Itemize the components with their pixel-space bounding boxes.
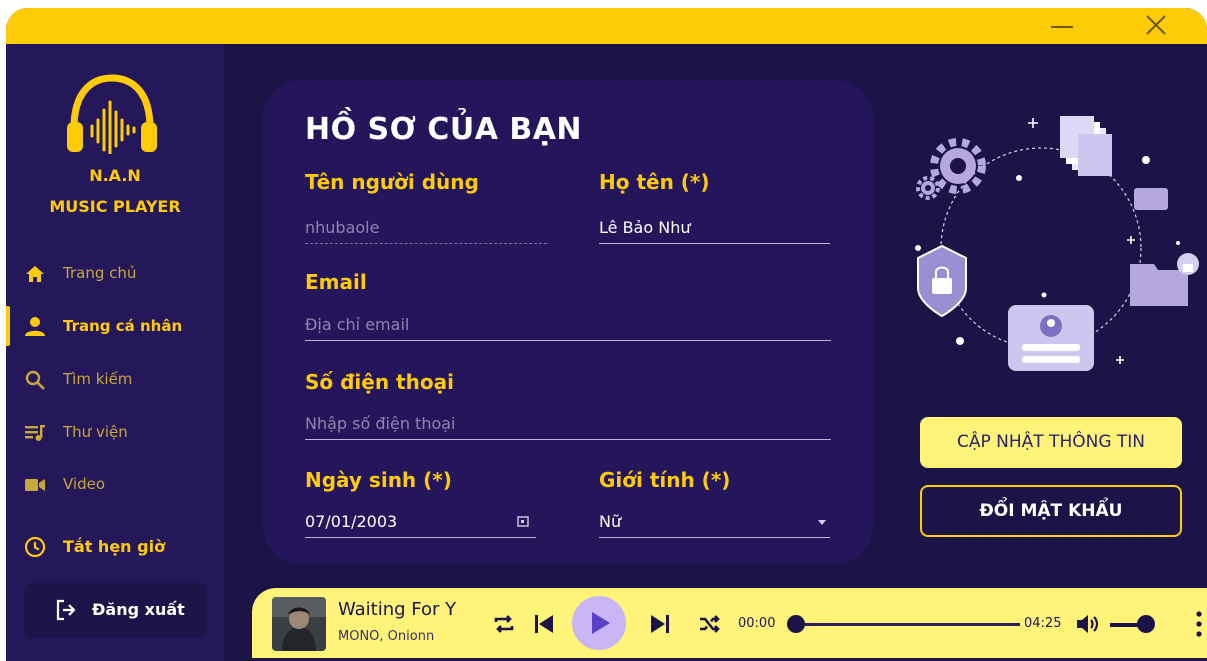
gender-select[interactable]: Nữ: [599, 504, 830, 538]
email-placeholder: Địa chỉ email: [305, 315, 410, 334]
skip-previous-icon[interactable]: [532, 612, 556, 636]
sidebar-item-profile[interactable]: Trang cá nhân: [6, 306, 224, 346]
username-field: nhubaole: [305, 210, 547, 244]
play-icon: [592, 612, 610, 634]
brand-subtitle: MUSIC PLAYER: [49, 197, 181, 216]
music-player-bar: Waiting For Y MONO, Onionn 00:00 04:25: [252, 588, 1207, 658]
logout-label: Đăng xuất: [92, 600, 185, 619]
sidebar-item-library[interactable]: Thư viện: [6, 412, 224, 452]
sidebar-item-label: Tìm kiếm: [63, 370, 133, 388]
title-bar: [6, 8, 1207, 44]
sidebar-item-label: Video: [63, 475, 106, 493]
phone-placeholder: Nhập số điện thoại: [305, 414, 456, 433]
sidebar-item-video[interactable]: Video: [6, 464, 224, 504]
chevron-down-icon[interactable]: [818, 520, 826, 525]
logout-icon: [56, 599, 76, 621]
album-thumbnail[interactable]: [272, 597, 326, 651]
sidebar-item-label: Trang cá nhân: [63, 317, 183, 335]
sidebar-item-label: Thư viện: [63, 423, 128, 441]
gender-value: Nữ: [599, 512, 622, 531]
birthday-field[interactable]: 07/01/2003: [305, 504, 536, 538]
volume-handle[interactable]: [1137, 615, 1155, 633]
close-icon[interactable]: [1136, 10, 1176, 42]
username-label: Tên người dùng: [305, 170, 479, 194]
volume-icon[interactable]: [1074, 611, 1100, 637]
sleep-timer-button[interactable]: Tắt hẹn giờ: [6, 526, 224, 566]
track-artist: MONO, Onionn: [338, 629, 435, 644]
username-value: nhubaole: [305, 218, 380, 237]
fullname-field[interactable]: Lê Bảo Như: [599, 210, 830, 244]
sidebar-item-home[interactable]: Trang chủ: [6, 253, 224, 293]
library-icon: [25, 425, 45, 441]
more-options-icon[interactable]: [1196, 610, 1202, 638]
sidebar-item-search[interactable]: Tìm kiếm: [6, 359, 224, 399]
page-title: HỒ SƠ CỦA BẠN: [305, 112, 583, 147]
play-button[interactable]: [572, 596, 626, 650]
update-info-button[interactable]: CẬP NHẬT THÔNG TIN: [920, 417, 1182, 468]
phone-label: Số điện thoại: [305, 370, 454, 394]
app-window: N.A.N MUSIC PLAYER Trang chủ Trang cá nh…: [6, 8, 1207, 661]
security-illustration: [915, 116, 1199, 371]
brand-name: N.A.N: [89, 166, 141, 185]
profile-card: HỒ SƠ CỦA BẠN Tên người dùng nhubaole Họ…: [263, 80, 873, 564]
search-icon: [25, 370, 45, 390]
logout-button[interactable]: Đăng xuất: [24, 583, 206, 638]
birthday-label: Ngày sinh (*): [305, 468, 452, 492]
skip-next-icon[interactable]: [648, 612, 672, 636]
sidebar-item-label: Trang chủ: [63, 264, 137, 282]
track-title: Waiting For Y: [338, 599, 457, 620]
headphones-logo-icon: [67, 74, 157, 154]
seek-handle[interactable]: [787, 615, 805, 633]
email-field[interactable]: Địa chỉ email: [305, 307, 831, 341]
sidebar: N.A.N MUSIC PLAYER Trang chủ Trang cá nh…: [6, 44, 224, 661]
fullname-value: Lê Bảo Như: [599, 218, 691, 237]
birthday-value: 07/01/2003: [305, 512, 398, 531]
current-time: 00:00: [738, 616, 776, 631]
shuffle-icon[interactable]: [698, 612, 722, 636]
person-icon: [25, 317, 45, 336]
home-icon: [26, 266, 44, 282]
video-icon: [25, 479, 45, 491]
clock-icon: [24, 536, 46, 558]
change-password-button[interactable]: ĐỔI MẬT KHẨU: [920, 485, 1182, 537]
seek-bar[interactable]: [800, 623, 1020, 626]
repeat-icon[interactable]: [492, 612, 516, 636]
phone-field[interactable]: Nhập số điện thoại: [305, 406, 831, 440]
gender-label: Giới tính (*): [599, 468, 731, 492]
email-label: Email: [305, 270, 367, 294]
calendar-icon[interactable]: [516, 514, 530, 528]
sleep-timer-label: Tắt hẹn giờ: [63, 537, 166, 556]
minimize-icon[interactable]: [1041, 10, 1081, 42]
total-time: 04:25: [1024, 616, 1062, 631]
fullname-label: Họ tên (*): [599, 170, 710, 194]
